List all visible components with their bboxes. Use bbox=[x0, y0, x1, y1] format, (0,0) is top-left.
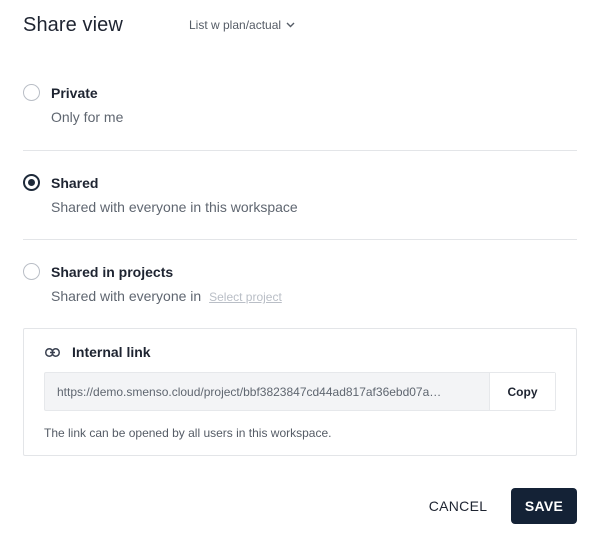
internal-link-url[interactable]: https://demo.smenso.cloud/project/bbf382… bbox=[57, 385, 459, 399]
view-selector-dropdown[interactable]: List w plan/actual bbox=[189, 18, 295, 32]
option-title: Shared in projects bbox=[51, 264, 174, 280]
select-project-link[interactable]: Select project bbox=[209, 290, 282, 304]
radio-shared-in-projects[interactable] bbox=[23, 263, 40, 280]
option-description: Shared with everyone in this workspace bbox=[51, 199, 298, 215]
save-button[interactable]: SAVE bbox=[511, 488, 577, 524]
copy-button[interactable]: Copy bbox=[489, 373, 555, 410]
option-description: Only for me bbox=[51, 109, 124, 125]
radio-private[interactable] bbox=[23, 84, 40, 101]
view-selector-label: List w plan/actual bbox=[189, 18, 282, 32]
cancel-button[interactable]: CANCEL bbox=[420, 488, 496, 524]
internal-link-header: Internal link bbox=[45, 344, 151, 360]
chevron-down-icon bbox=[286, 22, 295, 28]
internal-link-panel: Internal link https://demo.smenso.cloud/… bbox=[23, 328, 577, 456]
dialog-header: Share view List w plan/actual bbox=[23, 14, 577, 40]
link-icon bbox=[45, 347, 60, 357]
dialog-title: Share view bbox=[23, 14, 123, 36]
option-private[interactable]: Private Only for me bbox=[23, 61, 577, 150]
option-title: Shared bbox=[51, 175, 99, 191]
radio-shared[interactable] bbox=[23, 174, 40, 191]
internal-link-note: The link can be opened by all users in t… bbox=[44, 426, 332, 440]
option-description-text: Shared with everyone in bbox=[51, 288, 202, 304]
internal-link-field[interactable]: https://demo.smenso.cloud/project/bbf382… bbox=[44, 372, 556, 411]
option-description: Shared with everyone in Select project bbox=[51, 288, 282, 304]
option-shared[interactable]: Shared Shared with everyone in this work… bbox=[23, 150, 577, 240]
option-shared-in-projects[interactable]: Shared in projects Shared with everyone … bbox=[23, 239, 577, 329]
internal-link-title: Internal link bbox=[72, 344, 151, 360]
option-title: Private bbox=[51, 85, 98, 101]
